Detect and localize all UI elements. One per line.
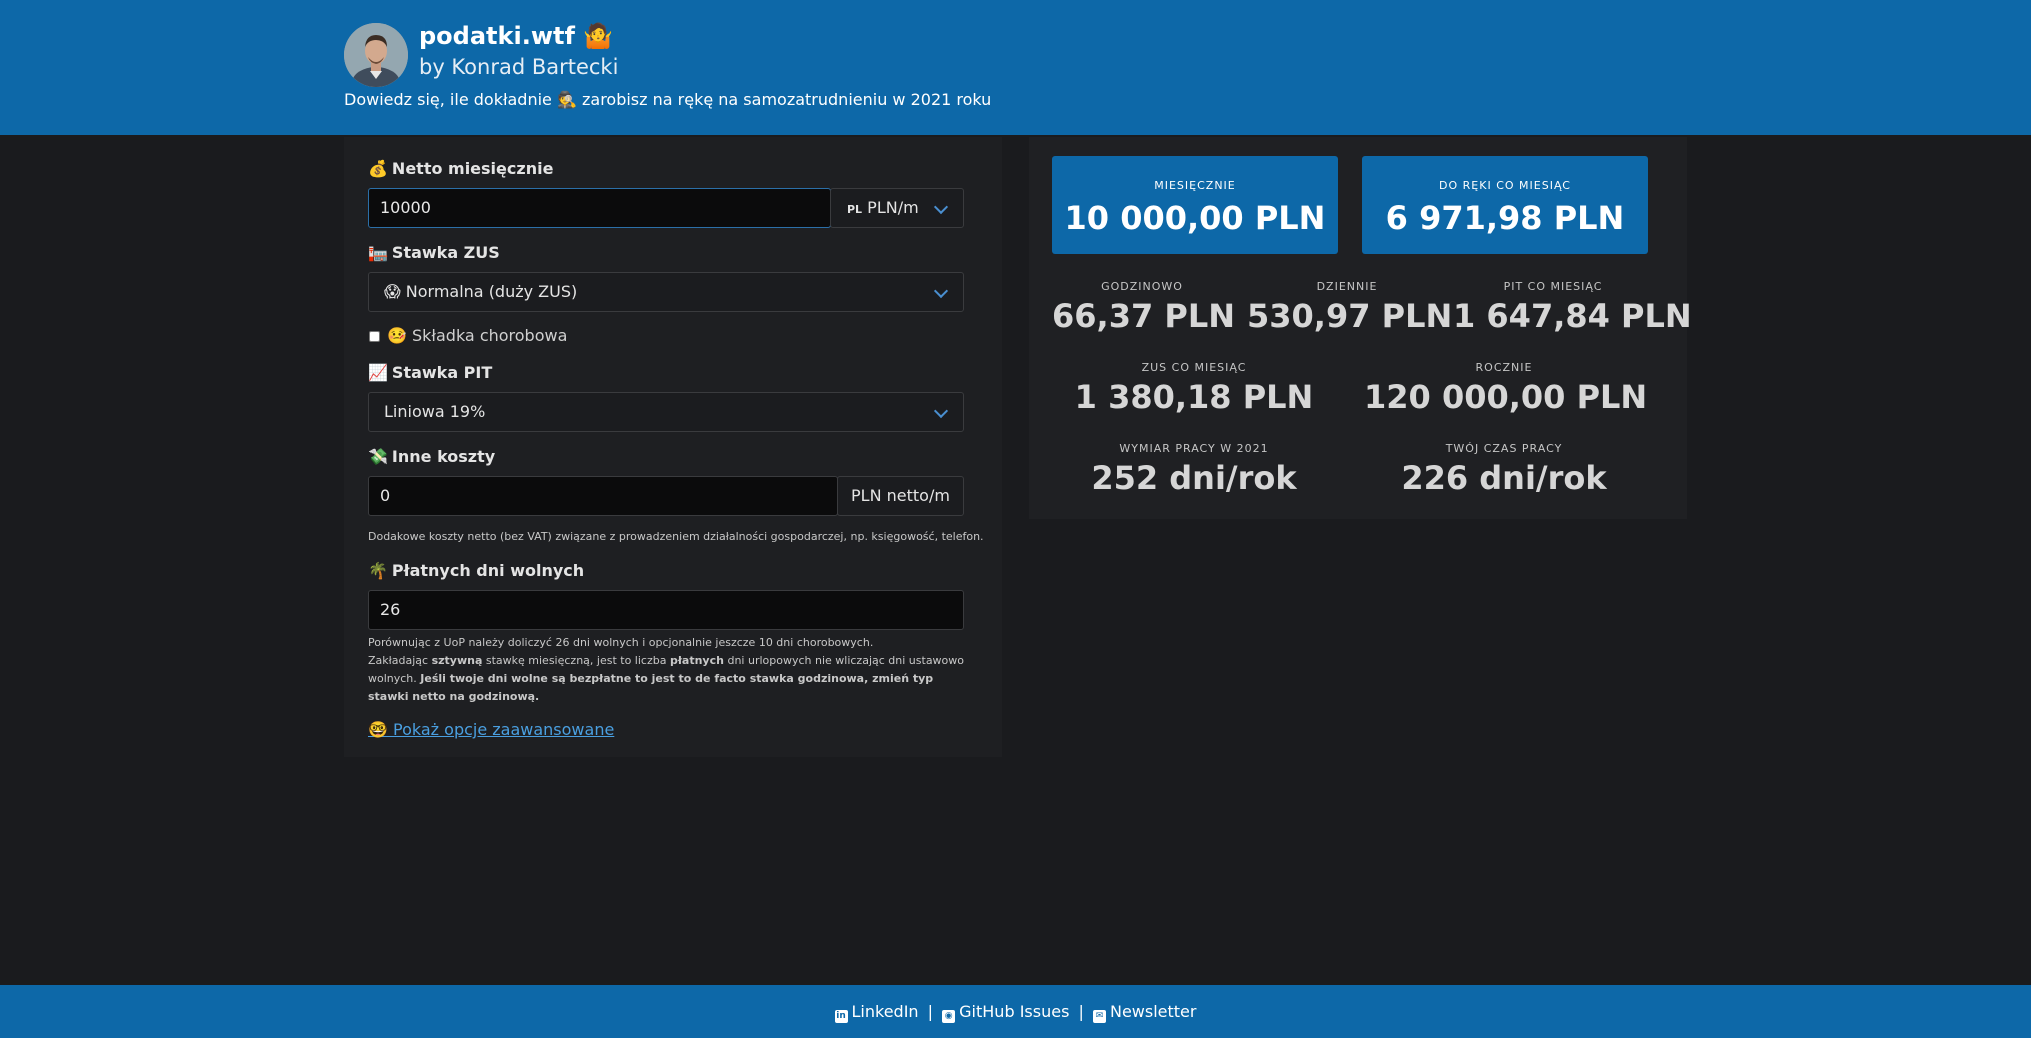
yearly-stat: ROCZNIE 120 000,00 PLN — [1364, 361, 1648, 416]
zus-selected-value: 😱 Normalna (duży ZUS) — [384, 282, 578, 301]
chart-up-icon: 📈 — [368, 363, 388, 382]
site-author: by Konrad Bartecki — [419, 55, 619, 79]
github-issues-link[interactable]: ◉ GitHub Issues — [942, 1002, 1069, 1023]
post-office-icon: 🏣 — [368, 243, 388, 262]
chevron-down-icon — [933, 199, 949, 215]
monthly-label: MIESIĘCZNIE — [1154, 179, 1236, 192]
site-header: podatki.wtf 🤷 by Konrad Bartecki Dowiedz… — [0, 0, 2031, 135]
costs-input[interactable]: 0 — [368, 476, 838, 516]
monthly-card: MIESIĘCZNIE 10 000,00 PLN — [1052, 156, 1338, 254]
netto-input[interactable]: 10000 — [368, 188, 831, 228]
money-bag-icon: 💰 — [368, 159, 388, 178]
costs-label: 💸 Inne koszty — [368, 447, 496, 466]
envelope-icon: ✉ — [1092, 1010, 1106, 1023]
hourly-stat: GODZINOWO 66,37 PLN — [1052, 280, 1235, 335]
days-off-label: 🌴 Płatnych dni wolnych — [368, 561, 585, 580]
author-avatar — [344, 23, 408, 87]
work-days-2021-stat: WYMIAR PRACY W 2021 252 dni/rok — [1091, 442, 1297, 497]
show-advanced-options-link[interactable]: 🤓 Pokaż opcje zaawansowane — [368, 720, 614, 739]
netto-unit-select[interactable]: PL PLN/m — [830, 188, 964, 228]
costs-help-text: Dodakowe koszty netto (bez VAT) związane… — [368, 530, 984, 543]
sickness-contribution-label[interactable]: 🤒 Składka chorobowa — [387, 326, 567, 345]
pit-select[interactable]: Liniowa 19% — [368, 392, 964, 432]
monthly-value: 10 000,00 PLN — [1064, 199, 1326, 237]
site-footer: in LinkedIn | ◉ GitHub Issues | ✉ Newslette… — [0, 985, 2031, 1038]
pit-monthly-stat: PIT CO MIESIĄC 1 647,84 PLN — [1453, 280, 1692, 335]
take-home-card: DO RĘKI CO MIESIĄC 6 971,98 PLN — [1362, 156, 1648, 254]
chevron-down-icon — [933, 283, 949, 299]
chevron-down-icon — [933, 403, 949, 419]
money-wings-icon: 💸 — [368, 447, 388, 466]
sickness-contribution-checkbox[interactable] — [369, 331, 380, 342]
site-title[interactable]: podatki.wtf 🤷 — [419, 22, 613, 50]
take-home-value: 6 971,98 PLN — [1385, 199, 1625, 237]
palm-tree-icon: 🌴 — [368, 561, 388, 580]
site-tagline: Dowiedz się, ile dokładnie 🕵️ zarobisz n… — [344, 90, 992, 109]
footer-separator: | — [1078, 1002, 1084, 1021]
github-icon: ◉ — [942, 1010, 956, 1023]
netto-unit-label: PLN/m — [867, 198, 919, 217]
days-off-help-text: Porównując z UoP należy doliczyć 26 dni … — [368, 636, 965, 703]
your-work-time-stat: TWÓJ CZAS PRACY 226 dni/rok — [1401, 442, 1607, 497]
daily-stat: DZIENNIE 530,97 PLN — [1247, 280, 1453, 335]
zus-label: 🏣 Stawka ZUS — [368, 243, 500, 262]
costs-unit-label: PLN netto/m — [837, 476, 964, 516]
linkedin-link[interactable]: in LinkedIn — [834, 1002, 919, 1023]
zus-monthly-stat: ZUS CO MIESIĄC 1 380,18 PLN — [1074, 361, 1314, 416]
netto-label: 💰 Netto miesięcznie — [368, 159, 554, 178]
days-off-input[interactable]: 26 — [368, 590, 964, 630]
pl-flag-icon: PL — [847, 203, 863, 216]
newsletter-link[interactable]: ✉ Newsletter — [1092, 1002, 1196, 1023]
zus-select[interactable]: 😱 Normalna (duży ZUS) — [368, 272, 964, 312]
pit-selected-value: Liniowa 19% — [384, 402, 486, 421]
footer-separator: | — [927, 1002, 934, 1021]
pit-label: 📈 Stawka PIT — [368, 363, 493, 382]
take-home-label: DO RĘKI CO MIESIĄC — [1439, 179, 1571, 192]
linkedin-icon: in — [834, 1010, 848, 1023]
